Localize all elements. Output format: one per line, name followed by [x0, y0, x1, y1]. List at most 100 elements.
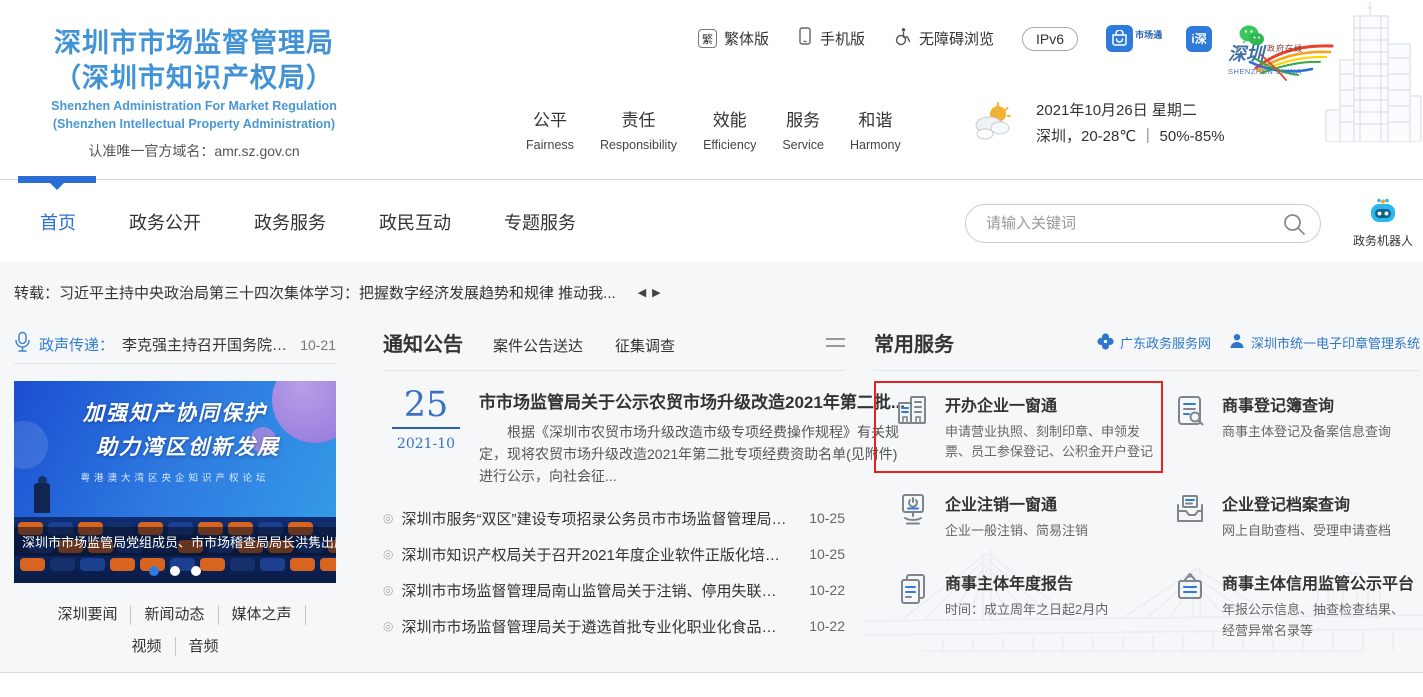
notice-date: 10-22 — [809, 618, 845, 634]
archive-tray-icon — [1171, 491, 1209, 529]
news-ticker: 转载：习近平主持中央政治局第三十四次集体学习：把握数字经济发展趋势和规律 推动我… — [14, 282, 661, 303]
link-video[interactable]: 视频 — [118, 637, 175, 657]
person-icon — [1229, 333, 1245, 352]
nav-items: 首页 政务公开 政务服务 政民互动 专题服务 — [40, 209, 576, 235]
service-registration-archive-query[interactable]: 企业登记档案查询 网上自助查档、受理申请查档 — [1163, 480, 1420, 552]
nav-item-gov-services[interactable]: 政务服务 — [254, 209, 326, 235]
services-panel: 常用服务 广东政务服务网 深圳市统一电子印章管理系统 — [874, 328, 1420, 652]
carousel-dot-3[interactable] — [191, 566, 201, 576]
value-efficiency: 效能 Efficiency — [703, 106, 756, 152]
tab-surveys[interactable]: 征集调查 — [615, 335, 675, 356]
date-divider — [392, 427, 460, 429]
carousel-dot-1[interactable] — [149, 566, 159, 576]
link-shenzhen-news[interactable]: 深圳要闻 — [44, 605, 131, 625]
gov-voice-label[interactable]: 政声传递： — [39, 334, 114, 355]
weather-city-temp: 深圳，20-28℃ ｜ 50%-85% — [1036, 124, 1225, 150]
service-credit-supervision-platform[interactable]: 商事主体信用监管公示平台 年报公示信息、抽查检查结果、经营异常名录等 — [1163, 559, 1420, 651]
wheelchair-icon — [893, 27, 912, 50]
nav-item-gov-disclosure[interactable]: 政务公开 — [129, 209, 201, 235]
carousel-headline-1: 加强知产协同保护 — [14, 397, 336, 427]
notice-title[interactable]: 深圳市市场监督管理局南山监管局关于注销、停用失联单位特种设备... — [401, 580, 791, 601]
value-en: Responsibility — [600, 138, 677, 152]
nav-item-interaction[interactable]: 政民互动 — [379, 209, 451, 235]
ishenzhen-app-icon[interactable]: i深 — [1186, 26, 1212, 52]
pinwheel-icon — [1097, 333, 1114, 353]
document-search-icon — [1171, 392, 1209, 430]
value-en: Service — [782, 138, 824, 152]
service-desc: 年报公示信息、抽查检查结果、经营异常名录等 — [1222, 600, 1414, 640]
notice-title[interactable]: 深圳市市场监督管理局关于遴选首批专业化职业化食品安全检查员（... — [401, 616, 791, 637]
carousel-headline-2: 助力湾区创新发展 — [14, 431, 336, 461]
eseal-system-link[interactable]: 深圳市统一电子印章管理系统 — [1229, 333, 1420, 353]
microphone-icon — [14, 331, 31, 358]
tab-notices[interactable]: 通知公告 — [383, 328, 463, 357]
buildings-icon — [894, 392, 932, 430]
service-title: 商事主体信用监管公示平台 — [1222, 570, 1414, 594]
report-pages-icon — [894, 570, 932, 608]
service-grid: 开办企业一窗通 申请营业执照、刻制印章、申领发票、员工参保登记、公积金开户登记 — [874, 381, 1420, 652]
services-external-links: 广东政务服务网 深圳市统一电子印章管理系统 — [1097, 333, 1420, 353]
notices-panel: 通知公告 案件公告送达 征集调查 25 2021-10 市市场监管局关于公示农贸… — [383, 328, 845, 644]
service-business-cancellation[interactable]: 企业注销一窗通 企业一般注销、简易注销 — [874, 480, 1163, 552]
services-title: 常用服务 — [874, 328, 954, 357]
more-icon[interactable] — [826, 338, 845, 347]
services-header: 常用服务 广东政务服务网 深圳市统一电子印章管理系统 — [874, 328, 1420, 371]
link-media-voice[interactable]: 媒体之声 — [219, 605, 306, 625]
service-desc: 申请营业执照、刻制印章、申领发票、员工参保登记、公积金开户登记 — [945, 422, 1157, 462]
gov-logo-sub: 政府在线 — [1267, 43, 1303, 54]
mobile-version-label: 手机版 — [820, 28, 865, 49]
ticker-next-icon[interactable]: ▶ — [652, 286, 660, 299]
org-name-cn-line1: 深圳市市场监督管理局 — [24, 26, 364, 61]
bullet-icon: ◎ — [383, 511, 393, 525]
value-en: Efficiency — [703, 138, 756, 152]
service-title: 开办企业一窗通 — [945, 392, 1157, 416]
gov-robot-button[interactable]: 政务机器人 — [1350, 197, 1416, 249]
service-title: 商事登记簿查询 — [1222, 392, 1391, 416]
featured-notice-title[interactable]: 市市场监管局关于公示农贸市场升级改造2021年第二批... — [479, 388, 905, 413]
site-logo[interactable]: 深圳市市场监督管理局 （深圳市知识产权局） Shenzhen Administr… — [24, 26, 364, 161]
shenzhen-gov-online-logo[interactable]: 深圳 政府在线 SHENZHEN CHINA — [1228, 40, 1338, 76]
service-registry-book-query[interactable]: 商事登记簿查询 商事主体登记及备案信息查询 — [1163, 381, 1420, 453]
nav-item-special-topics[interactable]: 专题服务 — [504, 209, 576, 235]
list-item: ◎ 深圳市市场监督管理局南山监管局关于注销、停用失联单位特种设备... 10-2… — [383, 572, 845, 608]
accessibility-link[interactable]: 无障碍浏览 — [893, 27, 994, 50]
link-audio[interactable]: 音频 — [176, 637, 232, 657]
traditional-chinese-link[interactable]: 繁 繁体版 — [698, 28, 769, 49]
featured-notice-summary: 根据《深圳市农贸市场升级改造市级专项经费操作规程》有关规定，现将农贸市场升级改造… — [479, 421, 905, 487]
notice-date: 10-25 — [809, 510, 845, 526]
gov-voice-title[interactable]: 李克强主持召开国务院常务会议 ... — [122, 334, 290, 355]
ticker-headline[interactable]: 转载：习近平主持中央政治局第三十四次集体学习：把握数字经济发展趋势和规律 推动我… — [14, 282, 616, 303]
value-cn: 公平 — [526, 106, 574, 131]
search-input[interactable] — [986, 215, 1282, 232]
ipv6-badge[interactable]: IPv6 — [1022, 27, 1078, 51]
search-icon[interactable] — [1282, 212, 1306, 236]
service-title: 企业登记档案查询 — [1222, 491, 1391, 515]
nav-item-home[interactable]: 首页 — [40, 209, 76, 235]
mobile-version-link[interactable]: 手机版 — [797, 27, 865, 50]
ticker-prev-icon[interactable]: ◀ — [638, 286, 646, 299]
ticker-controls: ◀ ▶ — [638, 286, 661, 299]
link-news-updates[interactable]: 新闻动态 — [131, 605, 218, 625]
news-carousel[interactable]: 加强知产协同保护 助力湾区创新发展 粤港澳大湾区央企知识产权论坛 深圳 — [14, 381, 336, 583]
guangdong-gov-service-link[interactable]: 广东政务服务网 — [1097, 333, 1211, 353]
service-annual-report[interactable]: 商事主体年度报告 时间：成立周年之日起2月内 — [874, 559, 1163, 631]
robot-label: 政务机器人 — [1350, 232, 1416, 249]
tab-case-announcements[interactable]: 案件公告送达 — [493, 335, 583, 356]
active-tab-indicator — [18, 176, 96, 183]
notice-title[interactable]: 深圳市服务“双区”建设专项招录公务员市市场监督管理局拟录用人... — [401, 508, 791, 529]
value-cn: 责任 — [600, 106, 677, 131]
service-desc: 企业一般注销、简易注销 — [945, 521, 1088, 541]
notices-header: 通知公告 案件公告送达 征集调查 — [383, 328, 845, 371]
carousel-caption[interactable]: 深圳市市场监管局党组成员、市市场稽查局局长洪隽出席粤... — [14, 527, 336, 556]
hanging-board-icon — [1171, 570, 1209, 608]
org-name-en-line1: Shenzhen Administration For Market Regul… — [24, 99, 364, 114]
gov-logo-en: SHENZHEN CHINA — [1228, 67, 1338, 76]
value-harmony: 和谐 Harmony — [850, 106, 901, 152]
shichangtong-app-link[interactable]: 市场通 — [1106, 25, 1162, 52]
carousel-dot-2[interactable] — [170, 566, 180, 576]
value-responsibility: 责任 Responsibility — [600, 106, 677, 152]
notice-title[interactable]: 深圳市知识产权局关于召开2021年度企业软件正版化培训（第三期）... — [401, 544, 791, 565]
service-open-business-one-window[interactable]: 开办企业一窗通 申请营业执照、刻制印章、申领发票、员工参保登记、公积金开户登记 — [874, 381, 1163, 473]
main-content: 转载：习近平主持中央政治局第三十四次集体学习：把握数字经济发展趋势和规律 推动我… — [0, 262, 1423, 672]
notice-list: ◎ 深圳市服务“双区”建设专项招录公务员市市场监督管理局拟录用人... 10-2… — [383, 500, 845, 644]
